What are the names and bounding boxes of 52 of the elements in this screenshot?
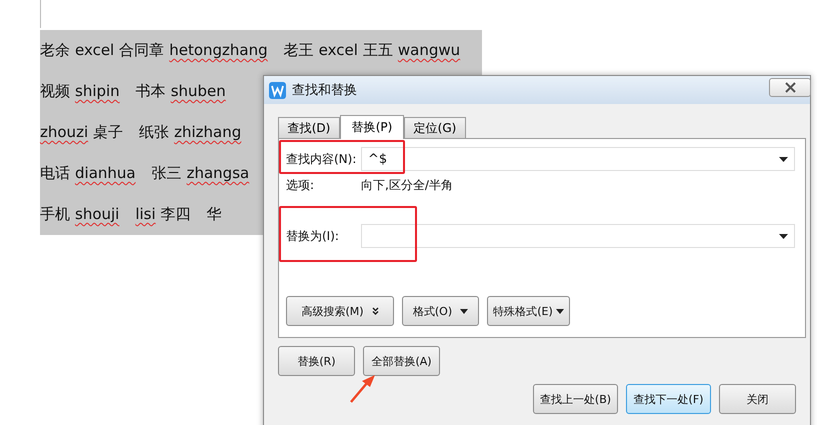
document-word: 视频 — [40, 82, 70, 101]
double-chevron-icon — [372, 307, 379, 315]
document-word: zhangsa — [186, 164, 250, 183]
document-word: wangwu — [398, 41, 460, 60]
caret-icon — [779, 156, 788, 162]
tab[interactable]: 替换(P) — [340, 115, 404, 139]
options-value: 向下,区分全/半角 — [361, 177, 453, 194]
tab[interactable]: 查找(D) — [278, 117, 340, 138]
window-title: 查找和替换 — [292, 82, 357, 99]
replace-button[interactable]: 替换(R) — [278, 346, 355, 376]
document-word: zhizhang — [174, 123, 242, 142]
caret-icon — [460, 308, 468, 314]
document-word: 老余 — [40, 41, 70, 60]
document-word: 电话 — [40, 164, 70, 183]
option-button[interactable]: 格式(O) — [402, 296, 479, 326]
document-word: 纸张 — [139, 123, 170, 142]
document-word: 手机 — [40, 205, 70, 224]
pointer-arrow — [349, 374, 377, 404]
caret-icon — [556, 308, 564, 314]
find-field[interactable]: ^$ — [361, 147, 795, 171]
document-word: 书本 — [136, 82, 166, 101]
dialog-button[interactable]: 关闭 — [719, 384, 796, 414]
replace-button[interactable]: 全部替换(A) — [363, 346, 440, 376]
replace-label: 替换为(I): — [286, 228, 340, 244]
document-word: shuben — [170, 82, 226, 101]
document-word: hetongzhang — [169, 41, 268, 60]
document-word: excel — [75, 41, 114, 60]
document-word: 老王 — [284, 41, 314, 60]
option-button[interactable]: 特殊格式(E) — [487, 296, 570, 326]
caret-icon — [779, 234, 788, 238]
document-word: zhouzi — [40, 123, 88, 142]
replace-field[interactable] — [361, 224, 795, 248]
document-word: 李四 — [160, 205, 191, 224]
close-button[interactable] — [769, 78, 811, 97]
document-word: dianhua — [75, 164, 136, 183]
document-word: lisi — [135, 205, 156, 224]
options-label: 选项: — [286, 177, 316, 194]
document-word: 华 — [206, 205, 222, 224]
document-word: 张三 — [152, 164, 182, 183]
tab[interactable]: 定位(G) — [404, 117, 466, 138]
dialog-button[interactable]: 查找下一处(F) — [626, 384, 711, 414]
dialog-button[interactable]: 查找上一处(B) — [533, 384, 618, 414]
document-word: shipin — [75, 82, 120, 101]
document-word: 桌子 — [93, 123, 124, 142]
option-button[interactable]: 高级搜索(M) — [286, 296, 394, 326]
close-icon — [784, 82, 796, 93]
document-word: 合同章 — [119, 41, 164, 60]
app-icon — [269, 82, 286, 98]
document-word: 王五 — [362, 41, 393, 60]
document-word: excel — [318, 41, 358, 60]
find-label: 查找内容(N): — [286, 150, 358, 168]
document-word: shouji — [75, 205, 120, 224]
